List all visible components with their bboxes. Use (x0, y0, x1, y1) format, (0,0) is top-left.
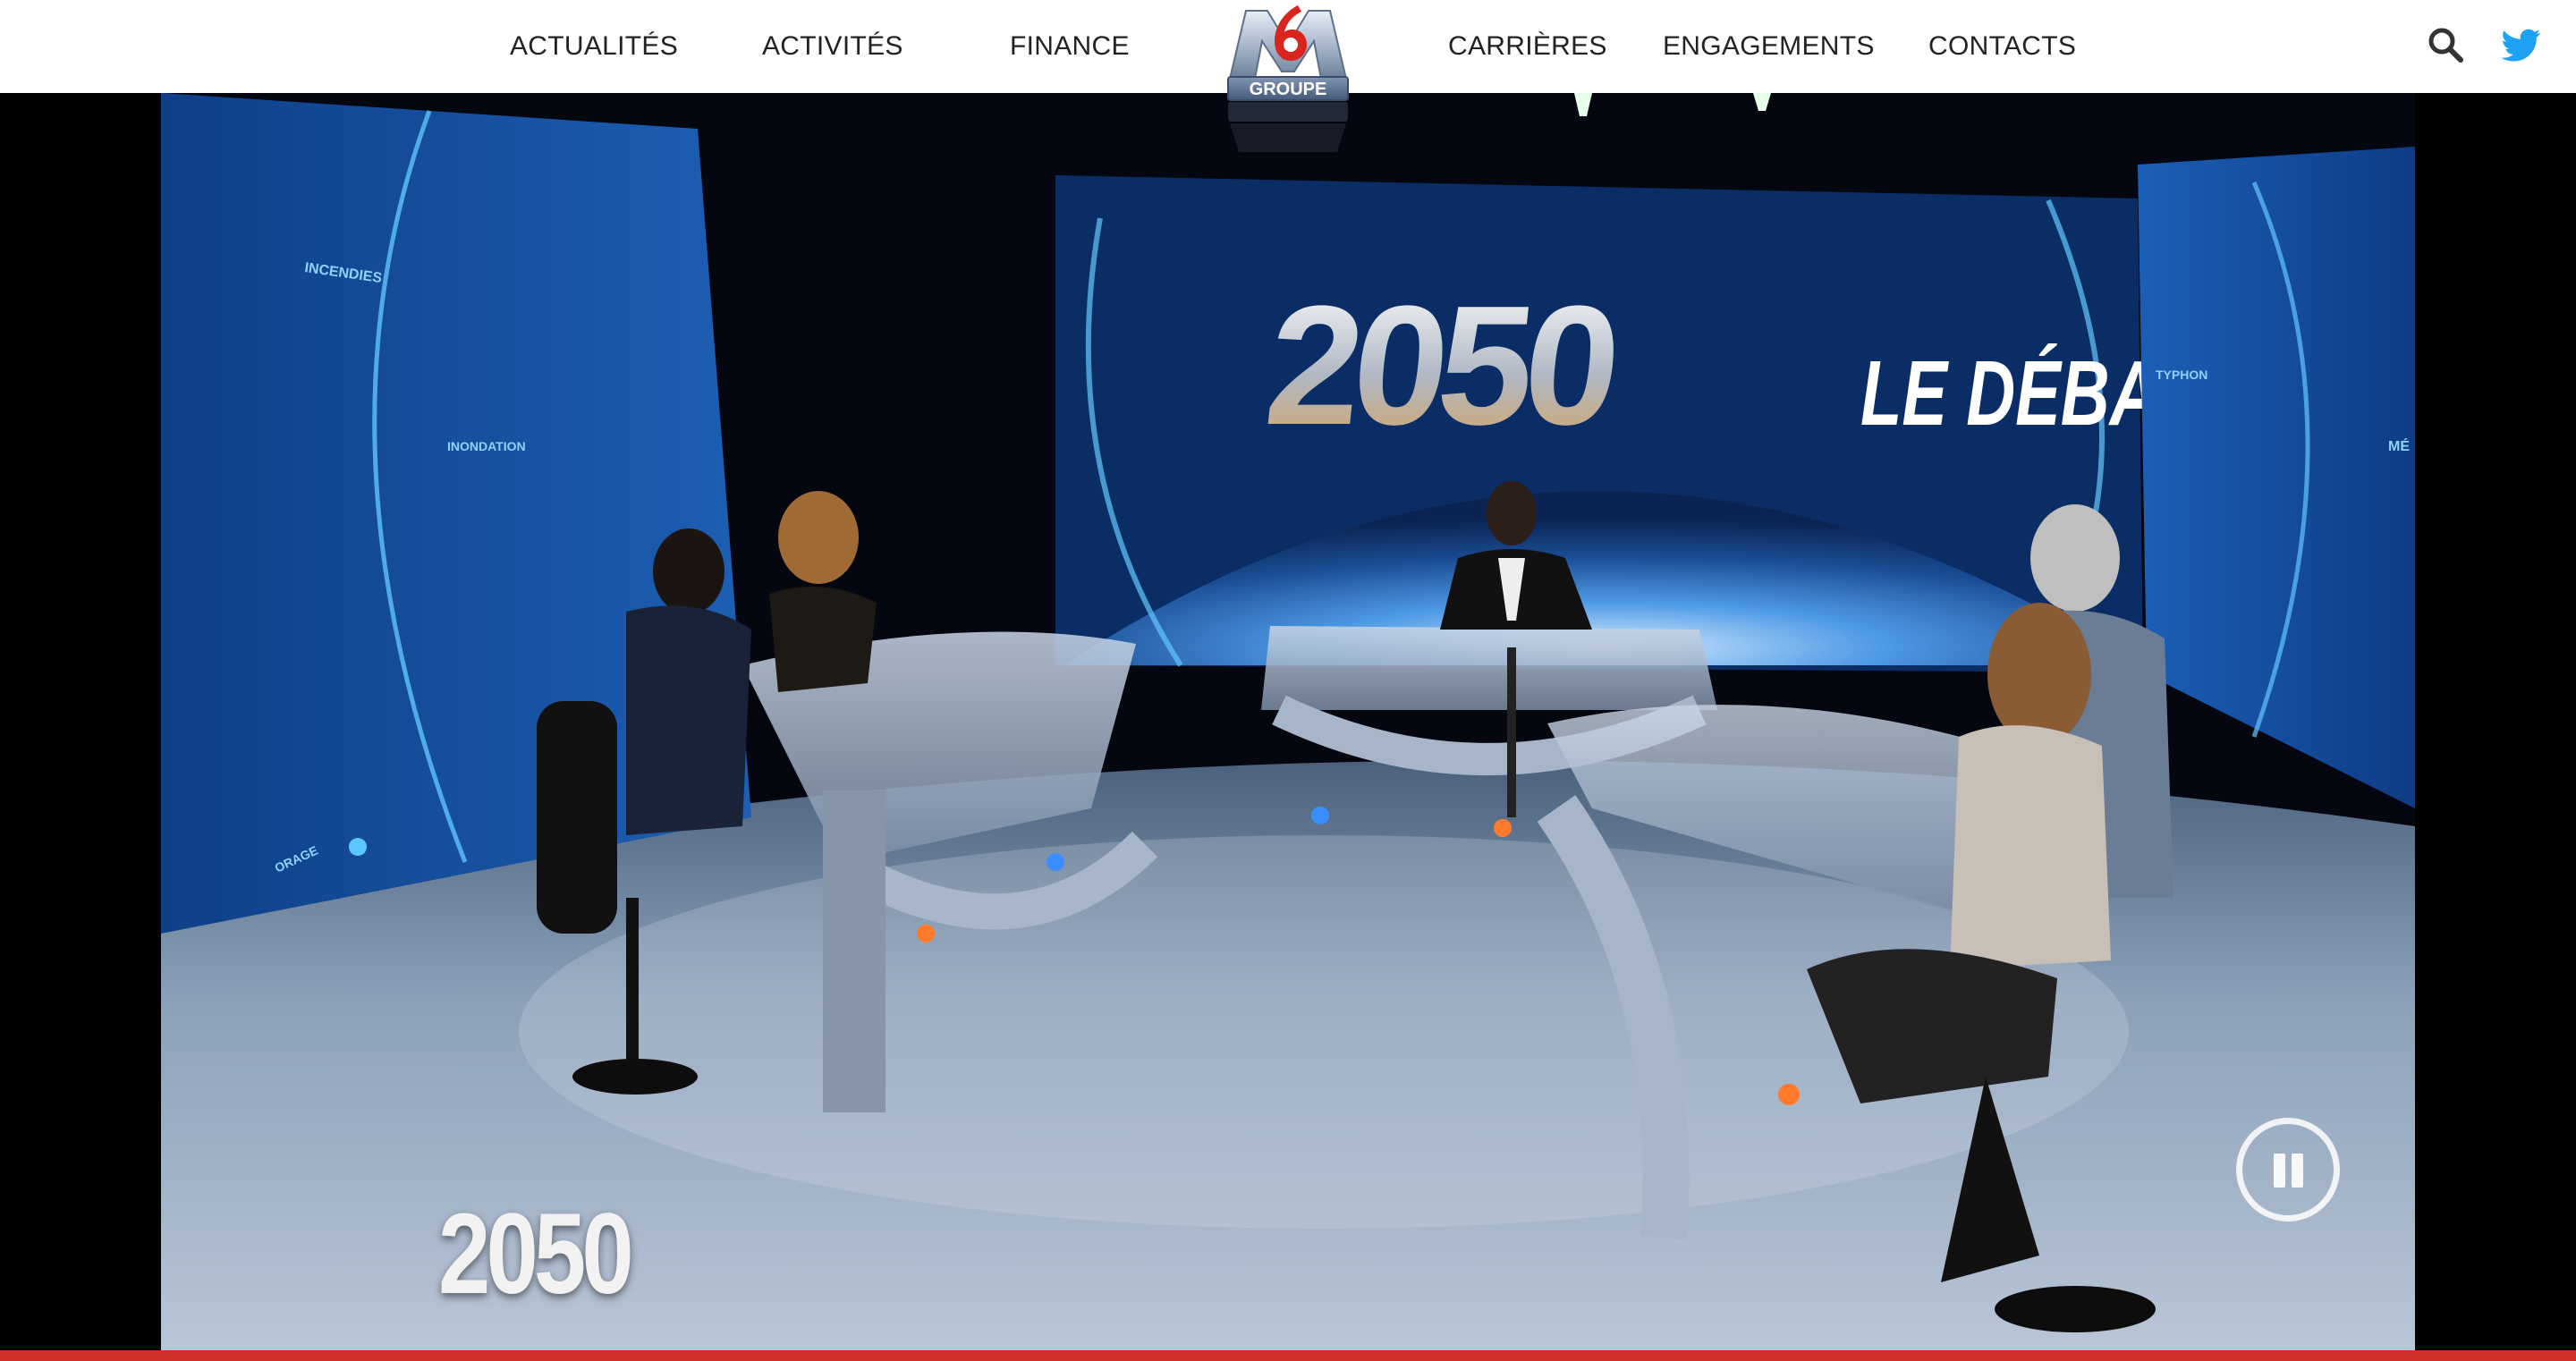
nav-contacts[interactable]: CONTACTS (1928, 28, 2076, 65)
pause-icon[interactable] (2236, 1118, 2340, 1222)
nav-activites[interactable]: ACTIVITÉS (762, 28, 903, 65)
search-icon[interactable] (2426, 25, 2465, 64)
m6-groupe-logo[interactable]: GROUPE (1212, 0, 1364, 161)
screen-word-inondation: INONDATION (447, 439, 526, 453)
video-progress-fill (0, 1350, 2576, 1361)
studio-scene: INCENDIES INONDATION ORAGE 2050 LE DÉBAT… (161, 93, 2415, 1350)
nav-actualites[interactable]: ACTUALITÉS (510, 28, 678, 65)
channel-watermark: 2050 (438, 1190, 634, 1318)
video-player[interactable]: INCENDIES INONDATION ORAGE 2050 LE DÉBAT… (0, 93, 2576, 1361)
twitter-icon[interactable] (2501, 25, 2542, 64)
show-title: 2050 (1258, 271, 1623, 460)
video-frame[interactable]: INCENDIES INONDATION ORAGE 2050 LE DÉBAT… (161, 93, 2415, 1350)
screen-word-me: MÉ (2388, 437, 2410, 454)
video-progress-bar[interactable] (0, 1350, 2576, 1361)
logo-groupe-text: GROUPE (1250, 80, 1327, 99)
nav-carrieres[interactable]: CARRIÈRES (1448, 28, 1607, 65)
screen-word-typhon: TYPHON (2156, 368, 2207, 382)
nav-finance[interactable]: FINANCE (1010, 28, 1130, 65)
nav-engagements[interactable]: ENGAGEMENTS (1663, 28, 1875, 65)
